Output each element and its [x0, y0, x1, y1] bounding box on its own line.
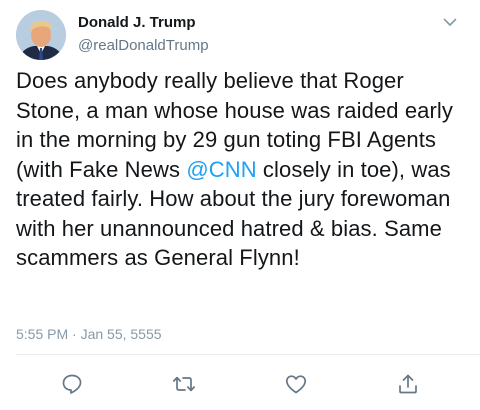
- share-icon: [399, 374, 417, 394]
- profile-photo-icon: [16, 10, 66, 60]
- tweet-card: Donald J. Trump @realDonaldTrump Does an…: [0, 0, 480, 410]
- retweet-button[interactable]: [172, 372, 196, 396]
- timestamp[interactable]: 5:55 PM · Jan 55, 5555: [16, 326, 162, 342]
- chevron-down-icon[interactable]: [442, 14, 458, 30]
- share-button[interactable]: [396, 372, 420, 396]
- author-name[interactable]: Donald J. Trump: [78, 14, 196, 31]
- divider: [16, 354, 480, 355]
- retweet-icon: [172, 376, 196, 392]
- author-handle[interactable]: @realDonaldTrump: [78, 37, 209, 54]
- like-button[interactable]: [284, 372, 308, 396]
- action-bar: [0, 372, 480, 398]
- mention-link[interactable]: @CNN: [186, 157, 256, 182]
- heart-icon: [285, 375, 307, 394]
- comment-icon: [62, 374, 82, 394]
- tweet-text: Does anybody really believe that Roger S…: [16, 66, 471, 273]
- avatar[interactable]: [16, 10, 66, 60]
- reply-button[interactable]: [60, 372, 84, 396]
